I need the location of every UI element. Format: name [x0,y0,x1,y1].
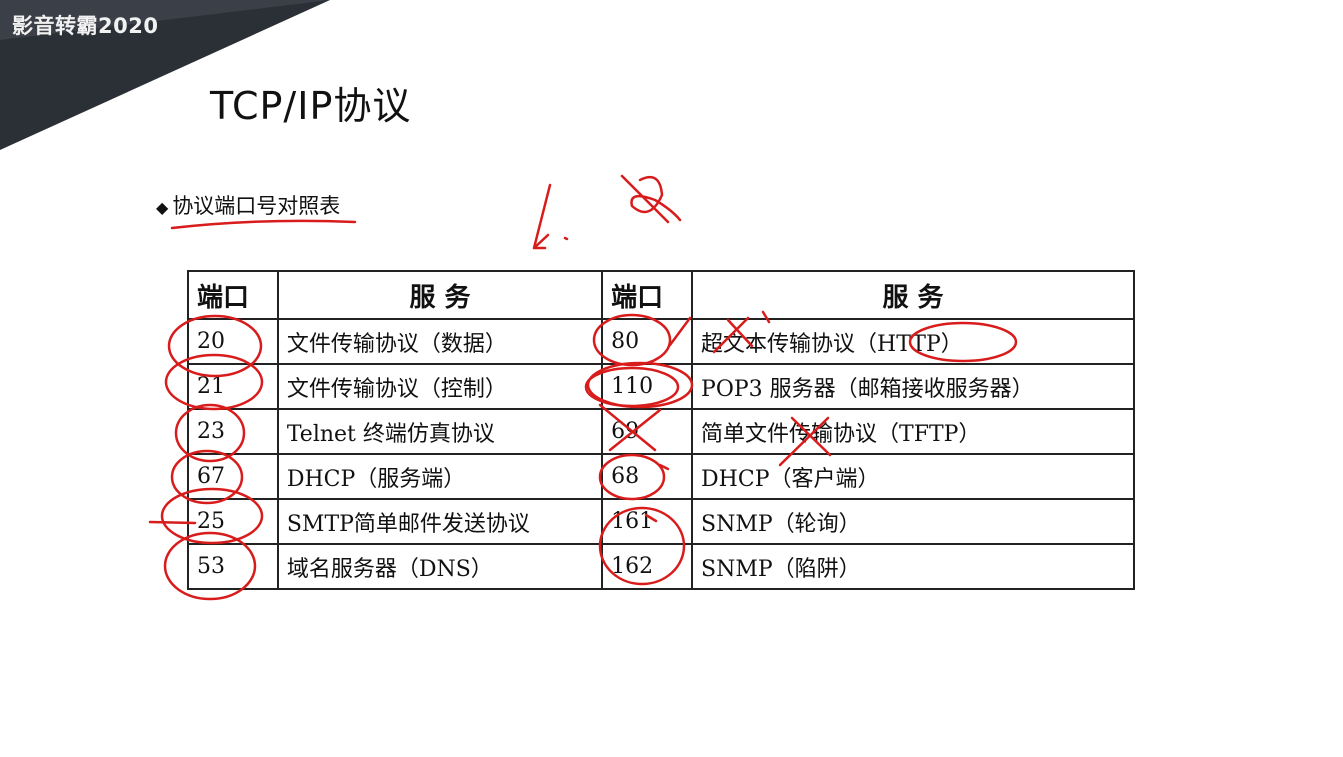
service-cell: 域名服务器（DNS） [276,543,604,590]
slide-title: TCP/IP协议 [210,84,412,128]
port-cell: 53 [187,543,279,590]
port-cell: 23 [187,408,279,455]
port-cell: 20 [187,318,279,365]
service-cell: DHCP（服务端） [276,453,604,500]
port-cell: 69 [601,408,694,455]
table-row: 67 DHCP（服务端） 68 DHCP（客户端） [187,453,1135,500]
service-cell: 超文本传输协议（HTTP） [691,318,1135,365]
service-cell: SNMP（轮询） [691,498,1135,545]
port-cell: 162 [601,543,694,590]
service-cell: POP3 服务器（邮箱接收服务器） [691,363,1135,410]
slide-subtitle: ◆ 协议端口号对照表 [156,190,340,220]
port-cell: 161 [601,498,694,545]
service-cell: SNMP（陷阱） [691,543,1135,590]
bullet-icon: ◆ [156,198,169,217]
port-cell: 67 [187,453,279,500]
arrow-annotation [532,183,569,250]
scribble-annotation [620,174,682,224]
table-header-row: 端口 服 务 端口 服 务 [187,270,1135,320]
table-row: 23 Telnet 终端仿真协议 69 简单文件传输协议（TFTP） [187,408,1135,455]
port-cell: 80 [601,318,694,365]
header-service-left: 服 务 [276,270,604,320]
port-cell: 21 [187,363,279,410]
service-cell: Telnet 终端仿真协议 [276,408,604,455]
subtitle-text: 协议端口号对照表 [172,194,341,218]
service-cell: DHCP（客户端） [691,453,1135,500]
header-port-right: 端口 [601,270,694,320]
header-port-left: 端口 [187,270,279,320]
watermark: 影音转霸2020 [12,14,159,38]
port-table: 端口 服 务 端口 服 务 20 文件传输协议（数据） 80 超文本传输协议（H… [187,270,1135,590]
port-cell: 110 [601,363,694,410]
port-cell: 25 [187,498,279,545]
table-row: 21 文件传输协议（控制） 110 POP3 服务器（邮箱接收服务器） [187,363,1135,410]
service-cell: SMTP简单邮件发送协议 [276,498,604,545]
table-row: 53 域名服务器（DNS） 162 SNMP（陷阱） [187,543,1135,590]
port-cell: 68 [601,453,694,500]
service-cell: 简单文件传输协议（TFTP） [691,408,1135,455]
header-service-right: 服 务 [691,270,1135,320]
service-cell: 文件传输协议（数据） [276,318,604,365]
table-row: 25 SMTP简单邮件发送协议 161 SNMP（轮询） [187,498,1135,545]
underline-annotation [170,219,357,230]
service-cell: 文件传输协议（控制） [276,363,604,410]
table-row: 20 文件传输协议（数据） 80 超文本传输协议（HTTP） [187,318,1135,365]
